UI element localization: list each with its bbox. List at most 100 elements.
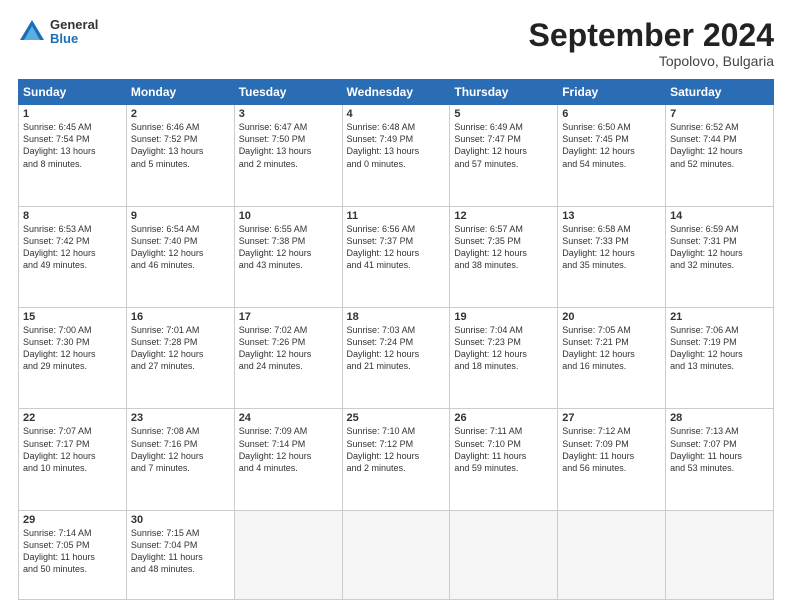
day-cell [450, 510, 558, 599]
day-info: Sunrise: 6:55 AM Sunset: 7:38 PM Dayligh… [239, 223, 338, 272]
day-cell: 25Sunrise: 7:10 AM Sunset: 7:12 PM Dayli… [342, 409, 450, 510]
weekday-header-friday: Friday [558, 80, 666, 105]
calendar-body: 1Sunrise: 6:45 AM Sunset: 7:54 PM Daylig… [19, 105, 774, 600]
day-number: 5 [454, 108, 553, 120]
logo-icon [18, 18, 46, 46]
day-info: Sunrise: 6:50 AM Sunset: 7:45 PM Dayligh… [562, 121, 661, 170]
logo: General Blue [18, 18, 98, 47]
day-cell: 3Sunrise: 6:47 AM Sunset: 7:50 PM Daylig… [234, 105, 342, 206]
day-number: 9 [131, 210, 230, 222]
day-cell: 26Sunrise: 7:11 AM Sunset: 7:10 PM Dayli… [450, 409, 558, 510]
day-info: Sunrise: 7:01 AM Sunset: 7:28 PM Dayligh… [131, 324, 230, 373]
day-number: 21 [670, 311, 769, 323]
day-info: Sunrise: 7:13 AM Sunset: 7:07 PM Dayligh… [670, 425, 769, 474]
day-number: 29 [23, 514, 122, 526]
logo-general: General [50, 18, 98, 32]
day-cell: 16Sunrise: 7:01 AM Sunset: 7:28 PM Dayli… [126, 308, 234, 409]
day-number: 3 [239, 108, 338, 120]
day-number: 12 [454, 210, 553, 222]
day-cell: 4Sunrise: 6:48 AM Sunset: 7:49 PM Daylig… [342, 105, 450, 206]
day-number: 14 [670, 210, 769, 222]
day-cell: 29Sunrise: 7:14 AM Sunset: 7:05 PM Dayli… [19, 510, 127, 599]
day-cell: 19Sunrise: 7:04 AM Sunset: 7:23 PM Dayli… [450, 308, 558, 409]
day-number: 20 [562, 311, 661, 323]
calendar-table: SundayMondayTuesdayWednesdayThursdayFrid… [18, 79, 774, 600]
page: General Blue September 2024 Topolovo, Bu… [0, 0, 792, 612]
day-cell: 27Sunrise: 7:12 AM Sunset: 7:09 PM Dayli… [558, 409, 666, 510]
day-number: 13 [562, 210, 661, 222]
day-cell [342, 510, 450, 599]
day-cell: 12Sunrise: 6:57 AM Sunset: 7:35 PM Dayli… [450, 206, 558, 307]
day-info: Sunrise: 6:46 AM Sunset: 7:52 PM Dayligh… [131, 121, 230, 170]
day-cell: 9Sunrise: 6:54 AM Sunset: 7:40 PM Daylig… [126, 206, 234, 307]
day-info: Sunrise: 7:12 AM Sunset: 7:09 PM Dayligh… [562, 425, 661, 474]
day-info: Sunrise: 7:07 AM Sunset: 7:17 PM Dayligh… [23, 425, 122, 474]
day-number: 6 [562, 108, 661, 120]
header: General Blue September 2024 Topolovo, Bu… [18, 18, 774, 69]
day-cell: 28Sunrise: 7:13 AM Sunset: 7:07 PM Dayli… [666, 409, 774, 510]
title-block: September 2024 Topolovo, Bulgaria [529, 18, 774, 69]
day-number: 22 [23, 412, 122, 424]
day-cell: 30Sunrise: 7:15 AM Sunset: 7:04 PM Dayli… [126, 510, 234, 599]
day-cell: 24Sunrise: 7:09 AM Sunset: 7:14 PM Dayli… [234, 409, 342, 510]
weekday-header-thursday: Thursday [450, 80, 558, 105]
weekday-header-monday: Monday [126, 80, 234, 105]
day-number: 24 [239, 412, 338, 424]
day-info: Sunrise: 7:06 AM Sunset: 7:19 PM Dayligh… [670, 324, 769, 373]
weekday-header-saturday: Saturday [666, 80, 774, 105]
day-number: 7 [670, 108, 769, 120]
week-row-5: 29Sunrise: 7:14 AM Sunset: 7:05 PM Dayli… [19, 510, 774, 599]
day-cell: 21Sunrise: 7:06 AM Sunset: 7:19 PM Dayli… [666, 308, 774, 409]
day-cell [234, 510, 342, 599]
day-info: Sunrise: 6:45 AM Sunset: 7:54 PM Dayligh… [23, 121, 122, 170]
day-number: 2 [131, 108, 230, 120]
day-number: 16 [131, 311, 230, 323]
day-cell: 23Sunrise: 7:08 AM Sunset: 7:16 PM Dayli… [126, 409, 234, 510]
day-info: Sunrise: 6:52 AM Sunset: 7:44 PM Dayligh… [670, 121, 769, 170]
day-number: 30 [131, 514, 230, 526]
day-cell: 7Sunrise: 6:52 AM Sunset: 7:44 PM Daylig… [666, 105, 774, 206]
day-number: 4 [347, 108, 446, 120]
day-info: Sunrise: 6:53 AM Sunset: 7:42 PM Dayligh… [23, 223, 122, 272]
day-info: Sunrise: 7:08 AM Sunset: 7:16 PM Dayligh… [131, 425, 230, 474]
weekday-header-sunday: Sunday [19, 80, 127, 105]
location: Topolovo, Bulgaria [529, 53, 774, 69]
week-row-2: 8Sunrise: 6:53 AM Sunset: 7:42 PM Daylig… [19, 206, 774, 307]
day-cell: 11Sunrise: 6:56 AM Sunset: 7:37 PM Dayli… [342, 206, 450, 307]
day-cell: 18Sunrise: 7:03 AM Sunset: 7:24 PM Dayli… [342, 308, 450, 409]
day-cell: 8Sunrise: 6:53 AM Sunset: 7:42 PM Daylig… [19, 206, 127, 307]
day-cell: 17Sunrise: 7:02 AM Sunset: 7:26 PM Dayli… [234, 308, 342, 409]
week-row-3: 15Sunrise: 7:00 AM Sunset: 7:30 PM Dayli… [19, 308, 774, 409]
day-info: Sunrise: 6:56 AM Sunset: 7:37 PM Dayligh… [347, 223, 446, 272]
day-info: Sunrise: 7:10 AM Sunset: 7:12 PM Dayligh… [347, 425, 446, 474]
day-info: Sunrise: 6:57 AM Sunset: 7:35 PM Dayligh… [454, 223, 553, 272]
day-cell: 5Sunrise: 6:49 AM Sunset: 7:47 PM Daylig… [450, 105, 558, 206]
day-info: Sunrise: 7:15 AM Sunset: 7:04 PM Dayligh… [131, 527, 230, 576]
weekday-header-tuesday: Tuesday [234, 80, 342, 105]
week-row-4: 22Sunrise: 7:07 AM Sunset: 7:17 PM Dayli… [19, 409, 774, 510]
day-number: 19 [454, 311, 553, 323]
day-number: 10 [239, 210, 338, 222]
day-info: Sunrise: 6:48 AM Sunset: 7:49 PM Dayligh… [347, 121, 446, 170]
logo-blue: Blue [50, 32, 98, 46]
day-cell [558, 510, 666, 599]
day-info: Sunrise: 6:47 AM Sunset: 7:50 PM Dayligh… [239, 121, 338, 170]
day-number: 1 [23, 108, 122, 120]
day-info: Sunrise: 7:02 AM Sunset: 7:26 PM Dayligh… [239, 324, 338, 373]
day-cell: 10Sunrise: 6:55 AM Sunset: 7:38 PM Dayli… [234, 206, 342, 307]
day-cell: 22Sunrise: 7:07 AM Sunset: 7:17 PM Dayli… [19, 409, 127, 510]
day-info: Sunrise: 6:59 AM Sunset: 7:31 PM Dayligh… [670, 223, 769, 272]
day-info: Sunrise: 7:14 AM Sunset: 7:05 PM Dayligh… [23, 527, 122, 576]
weekday-header-row: SundayMondayTuesdayWednesdayThursdayFrid… [19, 80, 774, 105]
day-number: 27 [562, 412, 661, 424]
day-cell: 15Sunrise: 7:00 AM Sunset: 7:30 PM Dayli… [19, 308, 127, 409]
day-cell: 20Sunrise: 7:05 AM Sunset: 7:21 PM Dayli… [558, 308, 666, 409]
day-info: Sunrise: 7:03 AM Sunset: 7:24 PM Dayligh… [347, 324, 446, 373]
day-number: 17 [239, 311, 338, 323]
logo-text: General Blue [50, 18, 98, 47]
month-title: September 2024 [529, 18, 774, 53]
day-number: 25 [347, 412, 446, 424]
day-number: 18 [347, 311, 446, 323]
day-info: Sunrise: 6:54 AM Sunset: 7:40 PM Dayligh… [131, 223, 230, 272]
day-cell [666, 510, 774, 599]
